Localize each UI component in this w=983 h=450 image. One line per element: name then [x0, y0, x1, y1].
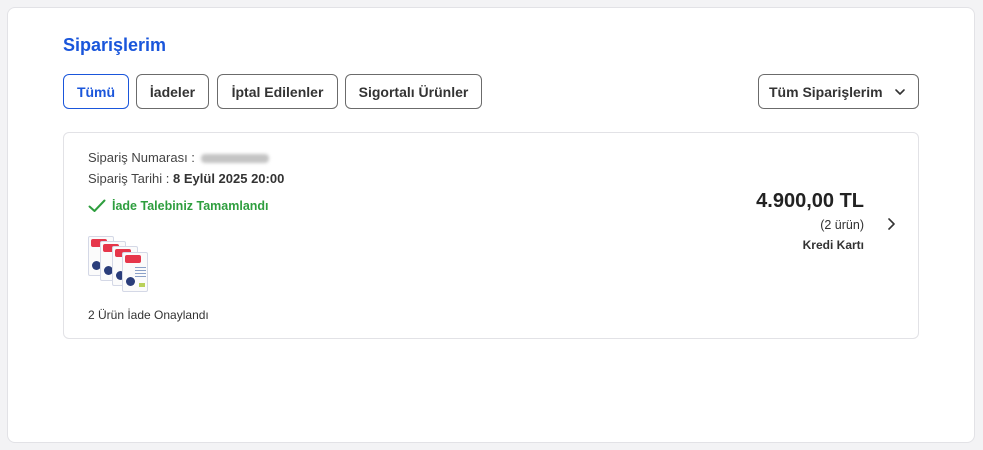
- order-item-count: (2 ürün): [820, 218, 864, 232]
- order-date-row: Sipariş Tarihi : 8 Eylül 2025 20:00: [88, 171, 284, 186]
- order-total-price: 4.900,00 TL: [756, 190, 864, 212]
- order-card[interactable]: Sipariş Numarası : Sipariş Tarihi : 8 Ey…: [63, 132, 919, 339]
- dropdown-selected-value: Tüm Siparişlerim: [769, 83, 883, 100]
- chevron-right-icon[interactable]: [886, 217, 896, 231]
- product-image: [122, 252, 148, 292]
- return-result-text: 2 Ürün İade Onaylandı: [88, 308, 209, 322]
- product-thumbnail: [88, 236, 150, 294]
- order-filter-dropdown[interactable]: Tüm Siparişlerim: [758, 74, 919, 109]
- chevron-down-icon: [895, 89, 905, 95]
- checkmark-icon: [88, 199, 106, 212]
- order-number-label: Sipariş Numarası :: [88, 150, 195, 165]
- tab-all[interactable]: Tümü: [63, 74, 129, 109]
- order-date-value: 8 Eylül 2025 20:00: [173, 171, 285, 186]
- order-status: İade Talebiniz Tamamlandı: [88, 199, 269, 213]
- order-number-row: Sipariş Numarası :: [88, 150, 269, 165]
- order-number-redacted: [200, 154, 269, 164]
- order-date-label: Sipariş Tarihi :: [88, 171, 170, 186]
- tab-returns[interactable]: İadeler: [136, 74, 209, 109]
- tab-cancelled[interactable]: İptal Edilenler: [217, 74, 338, 109]
- order-status-text: İade Talebiniz Tamamlandı: [112, 199, 269, 213]
- payment-method: Kredi Kartı: [802, 238, 864, 252]
- orders-panel: Siparişlerim Tümü İadeler İptal Edilenle…: [7, 7, 975, 443]
- page-title: Siparişlerim: [63, 35, 167, 55]
- tab-insured-products[interactable]: Sigortalı Ürünler: [345, 74, 482, 109]
